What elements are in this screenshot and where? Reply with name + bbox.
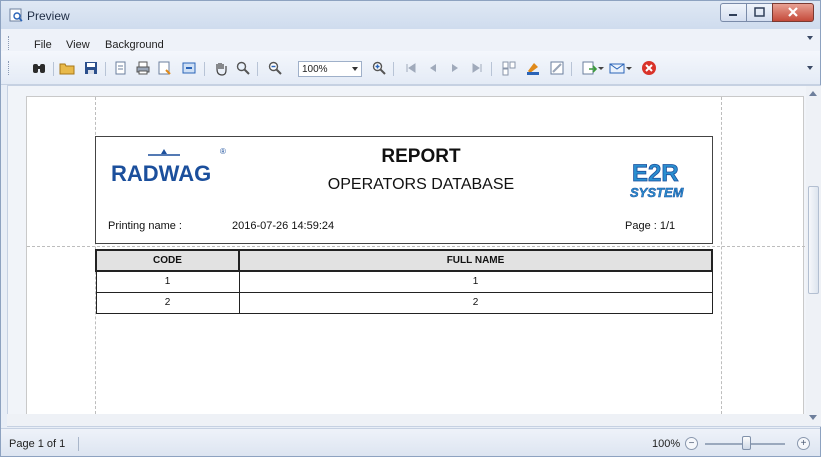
minimize-button[interactable] <box>720 3 746 22</box>
cell-full-name: 2 <box>238 291 713 314</box>
toolbar-grip[interactable] <box>8 61 11 75</box>
horizontal-scrollbar[interactable] <box>7 414 807 426</box>
export-icon[interactable] <box>181 60 197 76</box>
menubar-grip[interactable] <box>8 36 11 50</box>
save-icon[interactable] <box>83 60 99 76</box>
color-icon[interactable] <box>525 60 541 76</box>
margin-guide-right <box>721 97 722 426</box>
export-document-icon[interactable] <box>581 60 597 76</box>
preview-area[interactable]: RADWAG ® REPORT OPERATORS DATABASE E2R S… <box>7 85 821 427</box>
menu-view[interactable]: View <box>66 39 90 51</box>
status-zoom-value: 100% <box>652 438 681 450</box>
last-page-icon[interactable] <box>469 60 485 76</box>
toolbar: 100% <box>1 51 820 85</box>
first-page-icon[interactable] <box>403 60 419 76</box>
cell-full-name: 1 <box>238 270 713 293</box>
find-icon[interactable] <box>31 60 47 76</box>
printing-date: 2016-07-26 14:59:24 <box>232 220 335 232</box>
registered-mark: ® <box>220 147 226 156</box>
column-header-full-name: FULL NAME <box>238 249 713 272</box>
vertical-scrollbar[interactable] <box>806 86 821 426</box>
preview-window: Preview File View Background 100% RADWAG… <box>0 0 821 457</box>
report-subtitle: OPERATORS DATABASE <box>327 176 515 193</box>
zoom-out-button[interactable]: − <box>685 437 698 450</box>
title-bar[interactable]: Preview <box>1 1 820 29</box>
magnifier-icon[interactable] <box>235 60 251 76</box>
next-page-icon[interactable] <box>447 60 463 76</box>
close-button[interactable] <box>772 3 814 22</box>
menu-background[interactable]: Background <box>105 39 164 51</box>
printing-name-label: Printing name : <box>108 220 182 232</box>
print-icon[interactable] <box>135 60 151 76</box>
previous-page-icon[interactable] <box>425 60 441 76</box>
hand-tool-icon[interactable] <box>213 60 229 76</box>
operators-table: CODE FULL NAME 1 1 2 2 <box>95 249 713 314</box>
minus-icon: − <box>688 438 695 449</box>
close-icon <box>788 7 798 17</box>
chevron-down-icon[interactable] <box>352 67 358 71</box>
maximize-button[interactable] <box>746 3 772 22</box>
page-setup-icon[interactable] <box>113 60 129 76</box>
table-row: 1 1 <box>95 270 713 293</box>
report-header: RADWAG ® REPORT OPERATORS DATABASE E2R S… <box>95 136 713 244</box>
status-separator <box>78 437 79 451</box>
scroll-down-icon[interactable] <box>809 415 817 420</box>
cell-code: 1 <box>95 270 240 293</box>
zoom-combo-value: 100% <box>302 64 328 75</box>
multiple-pages-icon[interactable] <box>501 60 517 76</box>
table-header-row: CODE FULL NAME <box>95 249 713 272</box>
watermark-icon[interactable] <box>549 60 565 76</box>
print-preview-icon[interactable] <box>157 60 173 76</box>
report-title: REPORT <box>381 146 461 167</box>
radwag-logo-text: RADWAG <box>111 161 211 186</box>
maximize-icon <box>754 7 765 17</box>
preview-app-icon <box>9 8 23 22</box>
status-bar: Page 1 of 1 100% − + <box>1 428 820 456</box>
vertical-scroll-thumb[interactable] <box>808 186 819 294</box>
window-title: Preview <box>27 9 70 23</box>
margin-guide-header <box>27 246 805 247</box>
export-dropdown-icon[interactable] <box>597 60 605 76</box>
zoom-slider-thumb[interactable] <box>742 436 751 450</box>
zoom-in-icon[interactable] <box>371 60 387 76</box>
page-number: Page : 1/1 <box>625 220 676 232</box>
table-row: 2 2 <box>95 291 713 314</box>
menu-bar: File View Background <box>1 29 820 51</box>
zoom-out-icon[interactable] <box>267 60 283 76</box>
scroll-up-icon[interactable] <box>809 91 817 96</box>
window-controls <box>720 3 814 22</box>
system-logo-text: SYSTEM <box>630 185 685 200</box>
radwag-logo: RADWAG ® <box>111 147 226 186</box>
column-header-code: CODE <box>95 249 240 272</box>
toolbar-overflow-icon[interactable] <box>807 66 813 70</box>
e2r-logo-text: E2R <box>632 160 679 187</box>
e2r-system-logo: E2R SYSTEM <box>630 160 685 201</box>
email-dropdown-icon[interactable] <box>625 60 633 76</box>
menu-file[interactable]: File <box>34 39 52 51</box>
plus-icon: + <box>800 438 807 449</box>
page-info: Page 1 of 1 <box>9 438 66 450</box>
zoom-in-button[interactable]: + <box>797 437 810 450</box>
send-email-icon[interactable] <box>609 60 625 76</box>
report-page: RADWAG ® REPORT OPERATORS DATABASE E2R S… <box>26 96 805 426</box>
open-icon[interactable] <box>59 60 75 76</box>
minimize-icon <box>729 14 737 16</box>
close-preview-icon[interactable] <box>641 60 657 76</box>
zoom-combo[interactable]: 100% <box>298 61 362 77</box>
cell-code: 2 <box>95 291 240 314</box>
menubar-overflow-icon[interactable] <box>807 36 813 40</box>
